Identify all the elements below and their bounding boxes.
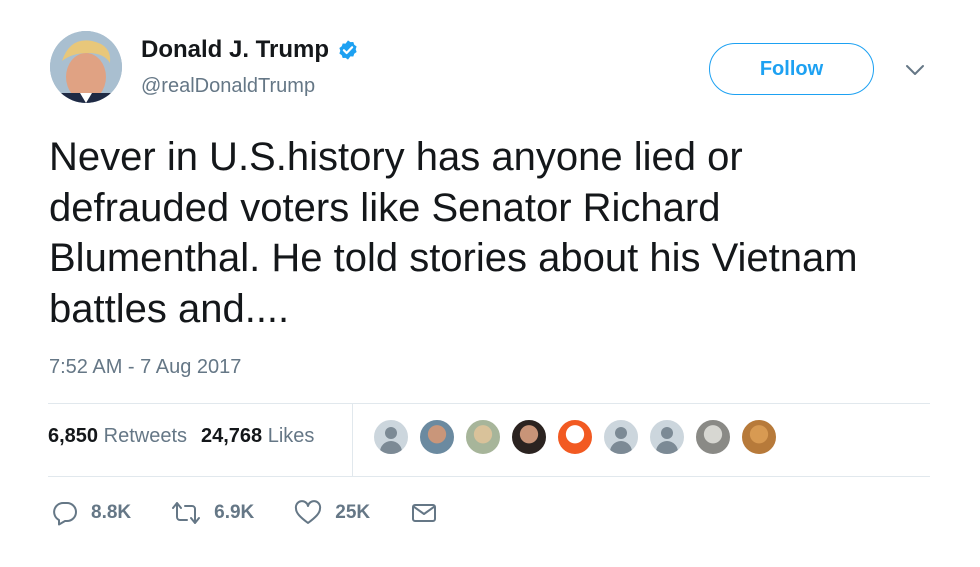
like-count: 25K <box>335 502 371 523</box>
divider <box>48 476 930 477</box>
author-display-name[interactable]: Donald J. Trump <box>141 36 329 64</box>
tweet-stats: 6,850 Retweets 24,768 Likes <box>48 425 314 448</box>
author-name-row[interactable]: Donald J. Trump <box>141 36 359 64</box>
follow-button[interactable]: Follow <box>709 43 874 95</box>
liker-avatar[interactable] <box>602 418 640 456</box>
tweet-actions: 8.8K 6.9K 25K <box>52 500 478 526</box>
retweets-stat[interactable]: 6,850 Retweets <box>48 425 187 447</box>
verified-badge-icon <box>339 40 357 60</box>
liker-avatar[interactable] <box>510 418 548 456</box>
reply-icon <box>53 502 77 526</box>
tweet-text: Never in U.S.history has anyone lied or … <box>49 132 949 334</box>
liker-avatar[interactable] <box>740 418 778 456</box>
divider <box>48 403 930 404</box>
stats-separator <box>352 404 353 476</box>
liker-avatars <box>372 418 786 456</box>
tweet-text-line: battles and.... <box>49 286 290 331</box>
retweets-count: 6,850 <box>48 425 99 447</box>
chevron-down-icon[interactable] <box>904 60 926 80</box>
retweet-button[interactable]: 6.9K <box>171 500 254 526</box>
likes-stat[interactable]: 24,768 Likes <box>201 425 314 447</box>
liker-avatar[interactable] <box>418 418 456 456</box>
reply-count: 8.8K <box>91 502 132 523</box>
liker-avatar[interactable] <box>556 418 594 456</box>
author-avatar[interactable] <box>50 31 122 103</box>
message-icon <box>412 504 437 522</box>
liker-avatar[interactable] <box>694 418 732 456</box>
heart-icon <box>295 500 322 524</box>
retweet-count: 6.9K <box>214 502 255 523</box>
retweets-label: Retweets <box>103 425 187 447</box>
reply-button[interactable]: 8.8K <box>52 500 131 526</box>
tweet-text-line: defrauded voters like Senator Richard <box>49 185 721 230</box>
retweet-icon <box>172 502 201 524</box>
likes-label: Likes <box>267 425 315 447</box>
like-button[interactable]: 25K <box>294 500 370 526</box>
liker-avatar[interactable] <box>372 418 410 456</box>
liker-avatar[interactable] <box>648 418 686 456</box>
author-handle[interactable]: @realDonaldTrump <box>141 75 315 98</box>
tweet-timestamp[interactable]: 7:52 AM - 7 Aug 2017 <box>49 356 241 379</box>
likes-count: 24,768 <box>201 425 263 447</box>
direct-message-button[interactable] <box>410 500 438 526</box>
liker-avatar[interactable] <box>464 418 502 456</box>
tweet-text-line: Never in U.S.history has anyone lied or <box>49 135 743 179</box>
tweet-text-line: Blumenthal. He told stories about his Vi… <box>49 236 858 280</box>
